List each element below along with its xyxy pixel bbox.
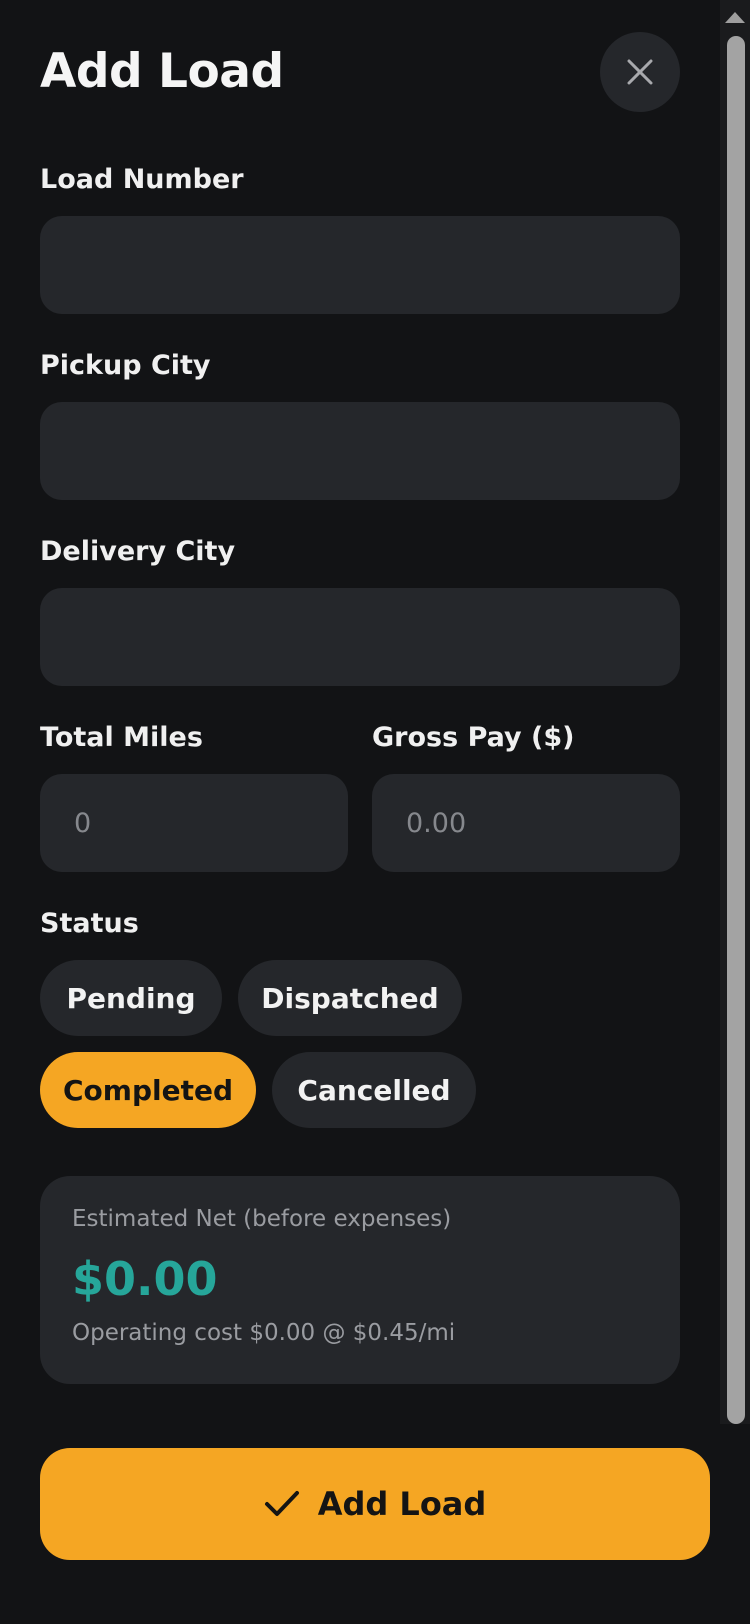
- total-miles-input[interactable]: 0: [40, 774, 348, 872]
- net-estimate-label: Estimated Net (before expenses): [72, 1206, 452, 1232]
- delivery-city-input[interactable]: [40, 588, 680, 686]
- status-option-pending[interactable]: Pending: [40, 960, 222, 1036]
- check-icon: [264, 1491, 299, 1516]
- scroll-up-arrow-icon[interactable]: [725, 12, 745, 23]
- pickup-city-input[interactable]: [40, 402, 680, 500]
- close-button[interactable]: [600, 32, 680, 112]
- add-load-button[interactable]: Add Load: [40, 1448, 710, 1560]
- gross-pay-placeholder: 0.00: [406, 807, 467, 839]
- delivery-city-label: Delivery City: [40, 536, 236, 567]
- status-label: Status: [40, 908, 139, 939]
- pickup-city-label: Pickup City: [40, 350, 211, 381]
- add-load-sheet: Add Load Load Number Pickup City Deliver…: [0, 0, 720, 1424]
- status-option-cancelled[interactable]: Cancelled: [272, 1052, 476, 1128]
- status-option-dispatched[interactable]: Dispatched: [238, 960, 462, 1036]
- close-icon: [627, 59, 653, 85]
- page-title: Add Load: [40, 44, 284, 99]
- total-miles-placeholder: 0: [74, 807, 92, 839]
- scrollbar-thumb[interactable]: [727, 36, 745, 1424]
- gross-pay-label: Gross Pay ($): [372, 722, 575, 753]
- load-number-label: Load Number: [40, 164, 244, 195]
- operating-cost-note: Operating cost $0.00 @ $0.45/mi: [72, 1320, 456, 1346]
- gross-pay-input[interactable]: 0.00: [372, 774, 680, 872]
- load-number-input[interactable]: [40, 216, 680, 314]
- total-miles-label: Total Miles: [40, 722, 203, 753]
- net-estimate-card: Estimated Net (before expenses) $0.00 Op…: [40, 1176, 680, 1384]
- status-option-completed[interactable]: Completed: [40, 1052, 256, 1128]
- add-load-button-label: Add Load: [317, 1485, 487, 1523]
- net-estimate-value: $0.00: [72, 1252, 218, 1306]
